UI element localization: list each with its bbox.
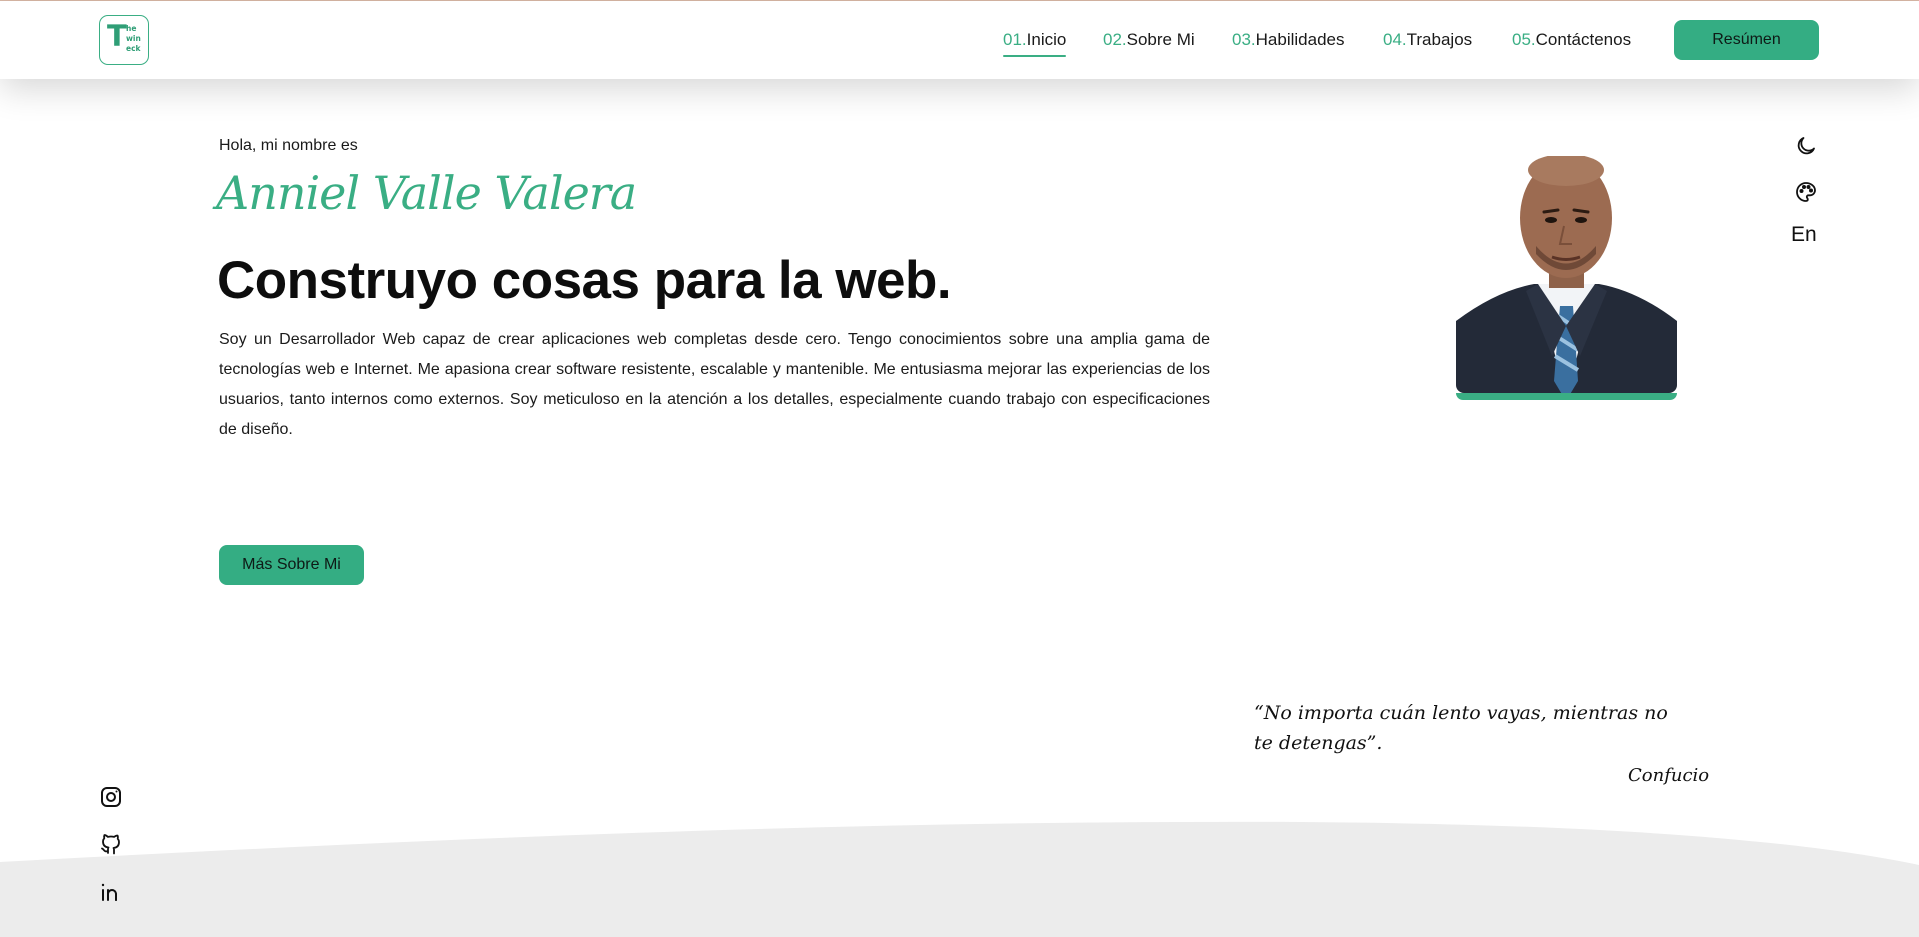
about-paragraph: Soy un Desarrollador Web capaz de crear …: [219, 331, 1210, 438]
nav-item-contactenos[interactable]: 05.Contáctenos: [1512, 30, 1631, 50]
footer-wave: [0, 821, 1919, 937]
nav-label: Inicio: [1026, 30, 1067, 49]
quote-author: Confucio: [1628, 765, 1710, 786]
photo-accent-bar: [1456, 393, 1677, 400]
profile-photo: [1456, 156, 1677, 401]
nav-label: Trabajos: [1406, 30, 1473, 49]
quote-text: “No importa cuán lento vayas, mientras n…: [1254, 702, 1668, 754]
nav-number: 01.: [1003, 30, 1027, 49]
page-title: Construyo cosas para la web.: [217, 251, 952, 310]
resume-button[interactable]: Resúmen: [1674, 20, 1819, 60]
nav-item-habilidades[interactable]: 03.Habilidades: [1232, 30, 1344, 50]
nav-item-sobre-mi[interactable]: 02.Sobre Mi: [1103, 30, 1195, 50]
nav-item-inicio[interactable]: 01.Inicio: [1003, 30, 1067, 57]
main-nav: 01.Inicio 02.Sobre Mi 03.Habilidades 04.…: [0, 1, 1919, 79]
nav-number: 02.: [1103, 30, 1127, 49]
site-header: T he win eck 01.Inicio 02.Sobre Mi 03.Ha…: [0, 1, 1919, 79]
nav-label: Habilidades: [1255, 30, 1345, 49]
person-name: Anniel Valle Valera: [216, 166, 637, 220]
greeting-text: Hola, mi nombre es: [219, 137, 358, 154]
nav-number: 05.: [1512, 30, 1536, 49]
linkedin-icon[interactable]: [97, 878, 125, 906]
nav-number: 04.: [1383, 30, 1407, 49]
nav-number: 03.: [1232, 30, 1256, 49]
palette-icon[interactable]: [1790, 176, 1822, 208]
github-icon[interactable]: [97, 830, 125, 858]
language-toggle[interactable]: En: [1791, 223, 1817, 247]
nav-label: Contáctenos: [1535, 30, 1632, 49]
nav-label: Sobre Mi: [1126, 30, 1195, 49]
nav-item-trabajos[interactable]: 04.Trabajos: [1383, 30, 1472, 50]
instagram-icon[interactable]: [97, 783, 125, 811]
moon-icon[interactable]: [1790, 130, 1822, 162]
more-about-button[interactable]: Más Sobre Mi: [219, 545, 364, 585]
